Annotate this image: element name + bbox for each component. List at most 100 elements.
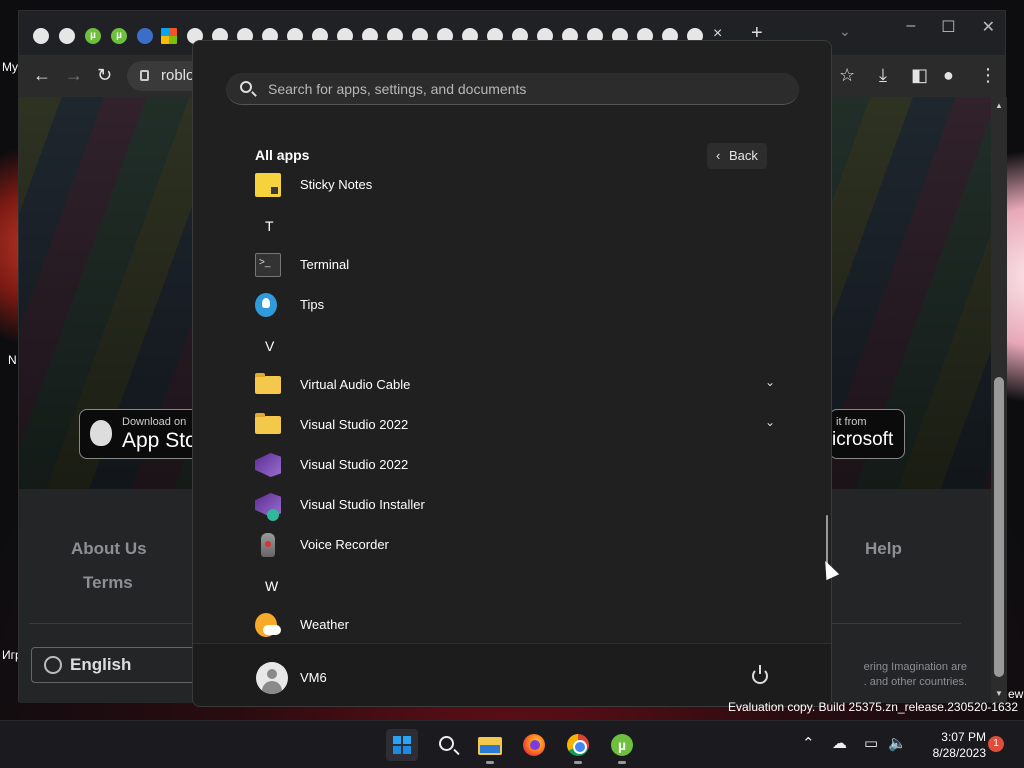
- letter-header-v[interactable]: V: [265, 338, 274, 354]
- start-menu: All apps ‹ Back Sticky Notes T >_ Termin…: [192, 40, 832, 707]
- profile-icon[interactable]: ●: [943, 65, 954, 86]
- background-window-fragment: ew: [1008, 687, 1024, 701]
- bookmark-star-icon[interactable]: ☆: [839, 65, 855, 86]
- voice-recorder-icon: [261, 533, 275, 557]
- app-item-visual-studio-2022-folder[interactable]: Visual Studio 2022 ⌄: [247, 407, 781, 443]
- page-scrollbar[interactable]: ▲ ▼: [991, 97, 1007, 703]
- maximize-button[interactable]: ☐: [941, 17, 955, 37]
- terminal-icon: >_: [255, 253, 281, 277]
- copyright-text: ering Imagination are: [863, 661, 967, 673]
- user-name[interactable]: VM6: [300, 670, 327, 685]
- search-icon: [240, 81, 252, 93]
- app-store-big-label: App Sto: [122, 429, 197, 452]
- chrome-tab-icon[interactable]: [59, 28, 75, 44]
- scroll-down-arrow-icon[interactable]: ▼: [995, 689, 1003, 698]
- window-controls: – ☐ ✕: [906, 17, 995, 37]
- network-icon[interactable]: ▭: [864, 734, 878, 752]
- side-panel-icon[interactable]: ◧: [911, 65, 928, 86]
- back-button[interactable]: ‹ Back: [707, 143, 767, 169]
- system-clock[interactable]: 3:07 PM 8/28/2023: [916, 729, 986, 761]
- app-item-visual-studio-2022[interactable]: Visual Studio 2022: [247, 447, 781, 483]
- app-label: Visual Studio 2022: [300, 417, 409, 432]
- sticky-notes-icon: [255, 173, 281, 197]
- start-button[interactable]: [386, 729, 418, 761]
- firefox-button[interactable]: [518, 729, 550, 761]
- tips-icon: [255, 293, 277, 317]
- user-avatar-icon[interactable]: [256, 662, 288, 694]
- taskbar: µ ⌃ ☁ ▭ 🔈 3:07 PM 8/28/2023 1: [0, 720, 1024, 768]
- app-label: Sticky Notes: [300, 177, 373, 192]
- app-item-virtual-audio-cable[interactable]: Virtual Audio Cable ⌄: [247, 367, 781, 403]
- start-search-box[interactable]: [226, 73, 799, 105]
- app-label: Weather: [300, 617, 349, 632]
- start-search-input[interactable]: [268, 73, 788, 105]
- terms-link[interactable]: Terms: [83, 573, 133, 593]
- utorrent-tab-icon[interactable]: µ: [111, 28, 127, 44]
- utorrent-tab-icon[interactable]: µ: [85, 28, 101, 44]
- back-button-label: Back: [729, 148, 758, 163]
- chevron-down-icon[interactable]: ⌄: [765, 375, 775, 389]
- chevron-down-icon[interactable]: ⌄: [765, 415, 775, 429]
- download-icon[interactable]: ⤓: [879, 65, 887, 86]
- chrome-tab-icon[interactable]: [33, 28, 49, 44]
- firefox-icon: [523, 734, 545, 756]
- app-item-visual-studio-installer[interactable]: Visual Studio Installer: [247, 487, 781, 523]
- forward-arrow-icon[interactable]: →: [65, 65, 83, 86]
- about-us-link[interactable]: About Us: [71, 539, 147, 559]
- letter-header-t[interactable]: T: [265, 218, 274, 234]
- volume-icon[interactable]: 🔈: [888, 734, 907, 752]
- search-icon: [439, 736, 454, 751]
- running-indicator: [574, 761, 582, 764]
- app-store-small-label: Download on: [122, 416, 187, 428]
- microsoft-tab-icon[interactable]: [161, 28, 177, 44]
- letter-header-w[interactable]: W: [265, 578, 278, 594]
- scrollbar-thumb[interactable]: [994, 377, 1004, 677]
- start-menu-scrollbar[interactable]: [826, 515, 828, 565]
- utorrent-button[interactable]: µ: [606, 729, 638, 764]
- onedrive-icon[interactable]: ☁: [832, 734, 847, 752]
- close-window-button[interactable]: ✕: [982, 17, 995, 37]
- file-explorer-button[interactable]: [474, 729, 506, 764]
- all-apps-title: All apps: [255, 147, 310, 163]
- tab-search-chevron-icon[interactable]: ⌄: [839, 23, 851, 40]
- folder-icon: [255, 413, 281, 434]
- address-text: roblo: [161, 67, 195, 84]
- app-label: Virtual Audio Cable: [300, 377, 411, 392]
- background-window-fragment: N: [8, 353, 17, 367]
- app-label: Tips: [300, 297, 325, 312]
- minimize-button[interactable]: –: [906, 17, 915, 37]
- visual-studio-icon: [255, 453, 281, 477]
- scroll-up-arrow-icon[interactable]: ▲: [995, 101, 1003, 110]
- start-menu-footer: VM6: [193, 643, 831, 706]
- app-item-weather[interactable]: Weather: [247, 607, 781, 643]
- running-indicator: [618, 761, 626, 764]
- more-menu-icon[interactable]: ⋮: [979, 65, 997, 86]
- ms-store-big-label: icrosoft: [832, 429, 894, 450]
- lock-icon: [140, 70, 149, 81]
- windows-logo-icon: [393, 736, 411, 754]
- language-label: English: [70, 655, 132, 674]
- help-link[interactable]: Help: [865, 539, 902, 559]
- taskbar-search-button[interactable]: [430, 729, 462, 761]
- app-label: Visual Studio 2022: [300, 457, 409, 472]
- reload-icon[interactable]: ↻: [97, 65, 112, 86]
- microsoft-store-button[interactable]: it from icrosoft: [829, 409, 905, 459]
- app-item-voice-recorder[interactable]: Voice Recorder: [247, 527, 781, 563]
- app-item-tips[interactable]: Tips: [247, 287, 781, 323]
- notification-badge[interactable]: 1: [988, 736, 1004, 752]
- chrome-button[interactable]: [562, 729, 594, 764]
- running-indicator: [486, 761, 494, 764]
- app-label: Voice Recorder: [300, 537, 389, 552]
- file-explorer-icon: [478, 737, 502, 755]
- utorrent-icon: µ: [611, 734, 633, 756]
- chevron-up-icon[interactable]: ⌃: [802, 734, 815, 752]
- apple-icon: [90, 420, 112, 446]
- chevron-left-icon: ‹: [716, 148, 721, 163]
- back-arrow-icon[interactable]: ←: [33, 65, 51, 86]
- app-item-sticky-notes[interactable]: Sticky Notes: [247, 167, 781, 203]
- speedometer-tab-icon[interactable]: [137, 28, 153, 44]
- power-icon[interactable]: [752, 665, 768, 684]
- app-item-terminal[interactable]: >_ Terminal: [247, 247, 781, 283]
- app-label: Terminal: [300, 257, 350, 272]
- globe-icon: [44, 656, 62, 674]
